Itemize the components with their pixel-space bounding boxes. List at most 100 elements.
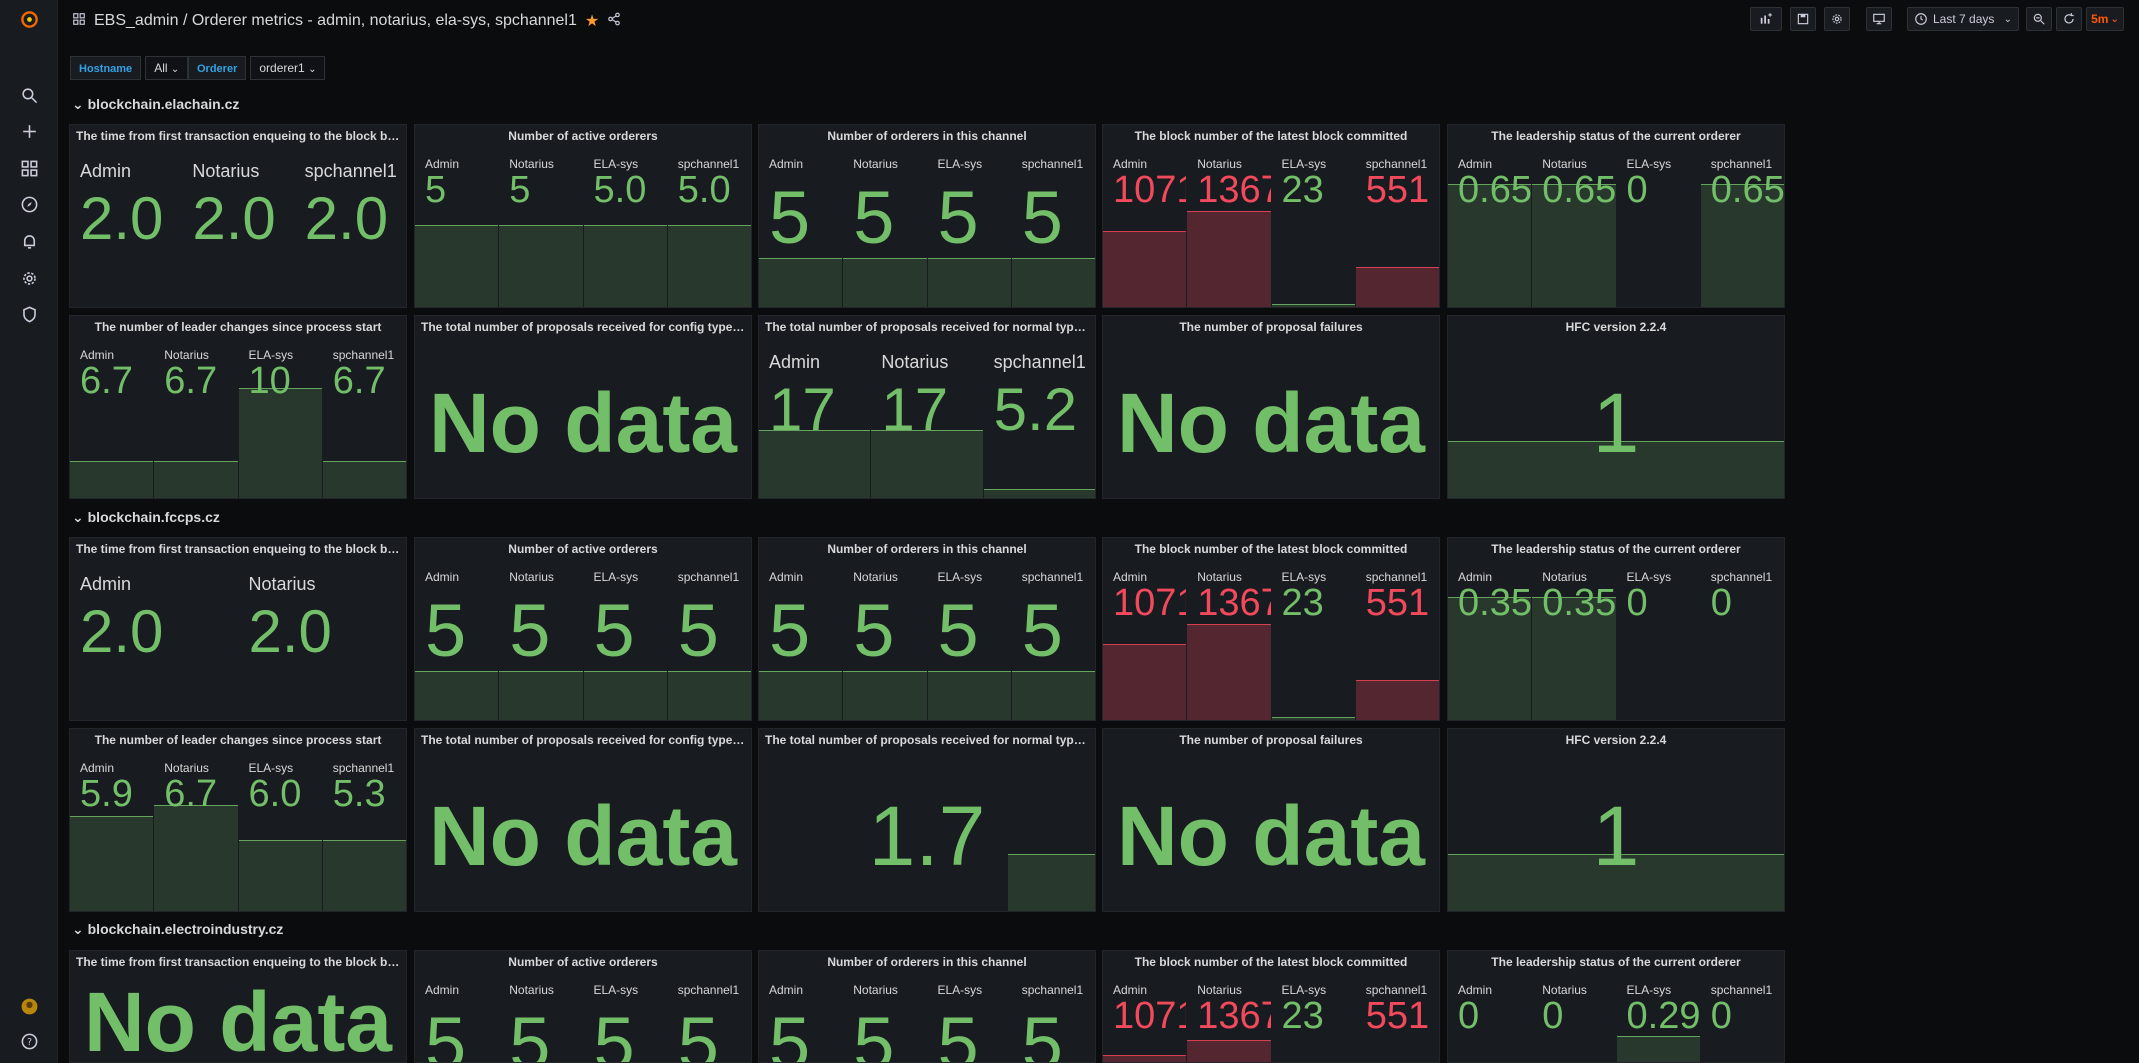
series-name: Notarius [509, 570, 554, 584]
panel-title[interactable]: The block number of the latest block com… [1109, 955, 1433, 969]
stat-panel[interactable]: The number of leader changes since proce… [69, 728, 407, 912]
stat-panel[interactable]: HFC version 2.2.4 1 [1447, 728, 1785, 912]
stat-panel[interactable]: The time from first transaction enqueing… [69, 124, 407, 308]
stat-panel[interactable]: The leadership status of the current ord… [1447, 950, 1785, 1063]
stat-series-group: Admin 0.65 Notarius 0.65 ELA-sys 0 spchannel1 0… [1448, 151, 1784, 307]
zoom-out-button[interactable] [2026, 7, 2052, 31]
panel-title[interactable]: Number of orderers in this channel [765, 129, 1089, 143]
stat-panel[interactable]: Number of active orderers Admin 5 Notarius 5… [414, 124, 752, 308]
sparkline-fill [322, 839, 406, 911]
series-value: 2.0 [248, 598, 332, 665]
series-value: 2.0 [192, 185, 276, 252]
hostname-select[interactable]: All ⌄ [145, 56, 189, 80]
series-value: 23 [1281, 995, 1324, 1037]
panel-title[interactable]: Number of active orderers [421, 955, 745, 969]
series-value: 0.65 [1710, 169, 1784, 211]
panel-title[interactable]: HFC version 2.2.4 [1454, 733, 1778, 747]
shield-icon[interactable] [16, 301, 42, 327]
stat-series: Notarius 5 [843, 564, 928, 720]
gear-icon[interactable] [16, 265, 42, 291]
stat-panel[interactable]: Number of orderers in this channel Admin 5… [758, 124, 1096, 308]
series-name: spchannel1 [677, 983, 740, 997]
refresh-interval-picker[interactable]: 5m ⌄ [2086, 7, 2124, 31]
bell-icon[interactable] [16, 228, 42, 254]
series-name: Admin [769, 983, 804, 997]
stat-series-group: Admin 2.0 Notarius 2.0 [70, 564, 406, 720]
panel-title[interactable]: The block number of the latest block com… [1109, 542, 1433, 556]
panel-title[interactable]: The number of proposal failures [1109, 320, 1433, 334]
panel-title[interactable]: The block number of the latest block com… [1109, 129, 1433, 143]
panel-title[interactable]: The leadership status of the current ord… [1454, 542, 1778, 556]
avatar[interactable] [16, 993, 42, 1019]
series-value: 0.35 [1542, 582, 1617, 624]
add-panel-button[interactable] [1750, 7, 1782, 31]
stat-panel[interactable]: The total number of proposals received f… [414, 315, 752, 499]
stat-series: Admin 5 [759, 151, 844, 307]
stat-panel[interactable]: The leadership status of the current ord… [1447, 124, 1785, 308]
dashboards-icon[interactable] [16, 155, 42, 181]
series-value: 551 [1365, 169, 1430, 211]
stat-panel[interactable]: The number of proposal failures No data [1102, 728, 1440, 912]
panel-title[interactable]: The total number of proposals received f… [765, 320, 1089, 334]
stat-panel[interactable]: Number of orderers in this channel Admin 5… [758, 950, 1096, 1063]
panel-title[interactable]: The total number of proposals received f… [765, 733, 1089, 747]
stat-panel[interactable]: The total number of proposals received f… [758, 728, 1096, 912]
stat-panel[interactable]: The total number of proposals received f… [414, 728, 752, 912]
panel-title[interactable]: Number of orderers in this channel [765, 542, 1089, 556]
panel-title[interactable]: Number of active orderers [421, 542, 745, 556]
stat-panel[interactable]: The block number of the latest block com… [1102, 950, 1440, 1063]
stat-panel[interactable]: Number of active orderers Admin 5 Notarius 5… [414, 950, 752, 1063]
panel-title[interactable]: The leadership status of the current ord… [1454, 129, 1778, 143]
stat-panel[interactable]: The number of leader changes since proce… [69, 315, 407, 499]
dashboard-settings-button[interactable] [1824, 7, 1850, 31]
stat-panel[interactable]: The time from first transaction enqueing… [69, 950, 407, 1063]
save-dashboard-button[interactable] [1790, 7, 1816, 31]
panel-title[interactable]: The total number of proposals received f… [421, 320, 745, 334]
series-value: 0.35 [1458, 582, 1532, 624]
row-header[interactable]: ⌄ blockchain.elachain.cz [72, 96, 239, 113]
panel-title[interactable]: The number of leader changes since proce… [76, 733, 400, 747]
series-name: spchannel1 [677, 570, 740, 584]
stat-panel[interactable]: The time from first transaction enqueing… [69, 537, 407, 721]
plus-icon[interactable] [16, 118, 42, 144]
panel-title[interactable]: Number of active orderers [421, 129, 745, 143]
stat-panel[interactable]: The block number of the latest block com… [1102, 124, 1440, 308]
chevron-down-icon: ⌄ [308, 64, 317, 75]
share-icon[interactable] [607, 12, 621, 31]
orderer-select[interactable]: orderer1 ⌄ [250, 56, 326, 80]
series-value: 5 [769, 589, 811, 672]
panel-title[interactable]: HFC version 2.2.4 [1454, 320, 1778, 334]
help-icon[interactable]: ? [16, 1028, 42, 1054]
variable-label: Hostname [70, 56, 142, 80]
star-icon[interactable]: ★ [585, 11, 599, 31]
page-title[interactable]: EBS_admin / Orderer metrics - admin, not… [94, 12, 577, 30]
refresh-button[interactable] [2056, 7, 2082, 31]
series-value: 0 [1626, 169, 1648, 211]
stat-panel[interactable]: The block number of the latest block com… [1102, 537, 1440, 721]
panel-title[interactable]: The time from first transaction enqueing… [76, 129, 400, 143]
time-range-picker[interactable]: Last 7 days ⌄ [1907, 7, 2019, 31]
cycle-view-mode-button[interactable] [1866, 7, 1892, 31]
sparkline-fill [759, 257, 843, 307]
stat-panel[interactable]: Number of active orderers Admin 5 Notarius 5… [414, 537, 752, 721]
panel-title[interactable]: The leadership status of the current ord… [1454, 955, 1778, 969]
search-icon[interactable] [16, 82, 42, 108]
row-header[interactable]: ⌄ blockchain.electroindustry.cz [72, 921, 283, 938]
stat-panel[interactable]: The leadership status of the current ord… [1447, 537, 1785, 721]
stat-series: spchannel1 5 [668, 977, 751, 1062]
stat-panel[interactable]: The total number of proposals received f… [758, 315, 1096, 499]
stat-panel[interactable]: The number of proposal failures No data [1102, 315, 1440, 499]
panel-title[interactable]: Number of orderers in this channel [765, 955, 1089, 969]
panel-title[interactable]: The total number of proposals received f… [421, 733, 745, 747]
panel-title[interactable]: The number of proposal failures [1109, 733, 1433, 747]
panel-title[interactable]: The time from first transaction enqueing… [76, 542, 400, 556]
panel-title[interactable]: The time from first transaction enqueing… [76, 955, 400, 969]
stat-series: Admin 5.9 [70, 755, 155, 911]
grafana-logo-icon[interactable] [16, 6, 42, 32]
row-header[interactable]: ⌄ blockchain.fccps.cz [72, 509, 220, 526]
compass-icon[interactable] [16, 191, 42, 217]
panel-title[interactable]: The number of leader changes since proce… [76, 320, 400, 334]
stat-panel[interactable]: Number of orderers in this channel Admin 5… [758, 537, 1096, 721]
stat-panel[interactable]: HFC version 2.2.4 1 [1447, 315, 1785, 499]
stat-series-group: Admin 5 Notarius 5 ELA-sys 5 spchannel1 5 [759, 151, 1095, 307]
